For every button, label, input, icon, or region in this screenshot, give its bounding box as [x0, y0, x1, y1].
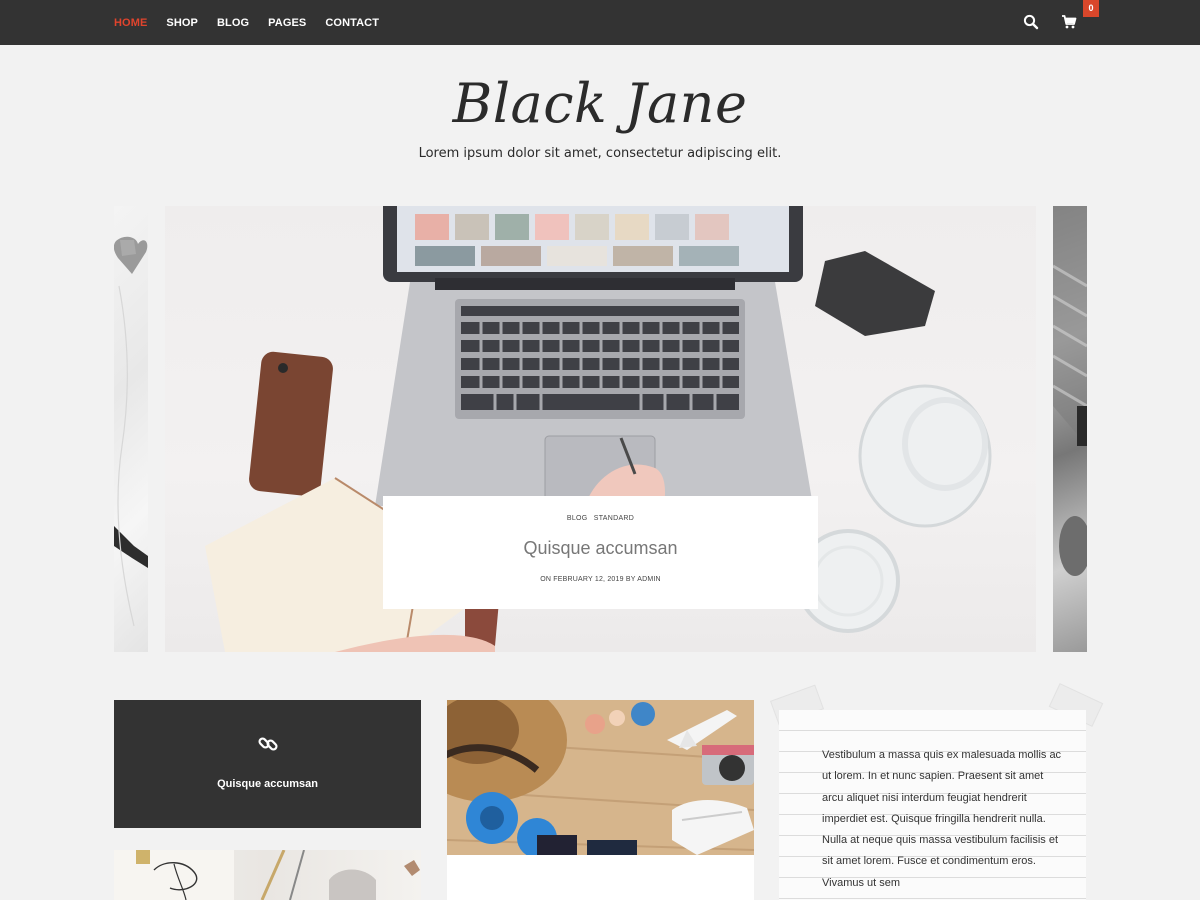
- site-tagline: Lorem ipsum dolor sit amet, consectetur …: [418, 146, 782, 161]
- site-title[interactable]: Black Jane: [0, 72, 1200, 135]
- nav-item-shop[interactable]: SHOP: [166, 17, 198, 29]
- link-icon: [257, 733, 279, 755]
- link-post-title[interactable]: Quisque accumsan: [114, 778, 421, 790]
- top-navigation-bar: HOME SHOP BLOG PAGES CONTACT 0: [0, 0, 1200, 45]
- cart-icon[interactable]: [1061, 14, 1077, 30]
- category-link-blog[interactable]: BLOG: [567, 515, 588, 522]
- category-link-standard[interactable]: STANDARD: [594, 515, 634, 522]
- nav-item-contact[interactable]: CONTACT: [325, 17, 379, 29]
- nav-item-blog[interactable]: BLOG: [217, 17, 249, 29]
- search-icon[interactable]: [1023, 14, 1039, 30]
- travel-post-image[interactable]: [447, 700, 754, 855]
- quote-post-text: Vestibulum a massa quis ex malesuada mol…: [822, 749, 1062, 889]
- nav-item-pages[interactable]: PAGES: [268, 17, 306, 29]
- link-post-card[interactable]: Quisque accumsan: [114, 700, 421, 828]
- quote-post-card: Vestibulum a massa quis ex malesuada mol…: [767, 683, 1104, 900]
- slide-caption-box: BLOG STANDARD Quisque accumsan ON FEBRUA…: [383, 496, 818, 609]
- post-thumbnail-sketch[interactable]: [114, 850, 421, 900]
- nav-item-home[interactable]: HOME: [114, 17, 147, 29]
- slide-categories: BLOG STANDARD: [383, 515, 818, 522]
- slide-post-meta: ON FEBRUARY 12, 2019 BY ADMIN: [540, 576, 661, 583]
- travel-post-card: [447, 700, 754, 900]
- cart-count-badge: 0: [1083, 0, 1099, 17]
- slider-previous-image[interactable]: [114, 206, 148, 652]
- slide-post-title[interactable]: Quisque accumsan: [383, 538, 818, 559]
- main-menu: HOME SHOP BLOG PAGES CONTACT: [114, 0, 379, 45]
- slider-next-image[interactable]: [1053, 206, 1087, 652]
